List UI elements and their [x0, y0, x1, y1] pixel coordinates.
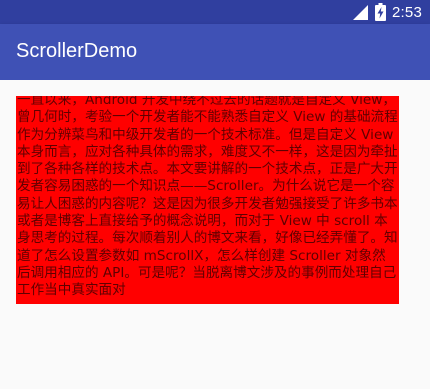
main-content: 一直以来，Android 开发中绕不过去的话题就是自定义 View，曾几何时，考…	[0, 80, 430, 389]
battery-charging-icon	[375, 3, 386, 21]
app-title: ScrollerDemo	[16, 40, 138, 62]
status-bar: 2:53	[0, 0, 430, 24]
signal-icon	[352, 4, 369, 21]
scroller-view[interactable]: 一直以来，Android 开发中绕不过去的话题就是自定义 View，曾几何时，考…	[16, 96, 399, 304]
scroller-text: 一直以来，Android 开发中绕不过去的话题就是自定义 View，曾几何时，考…	[17, 96, 398, 299]
app-bar: ScrollerDemo	[0, 24, 430, 80]
status-icons: 2:53	[352, 0, 422, 24]
status-clock: 2:53	[392, 3, 422, 21]
